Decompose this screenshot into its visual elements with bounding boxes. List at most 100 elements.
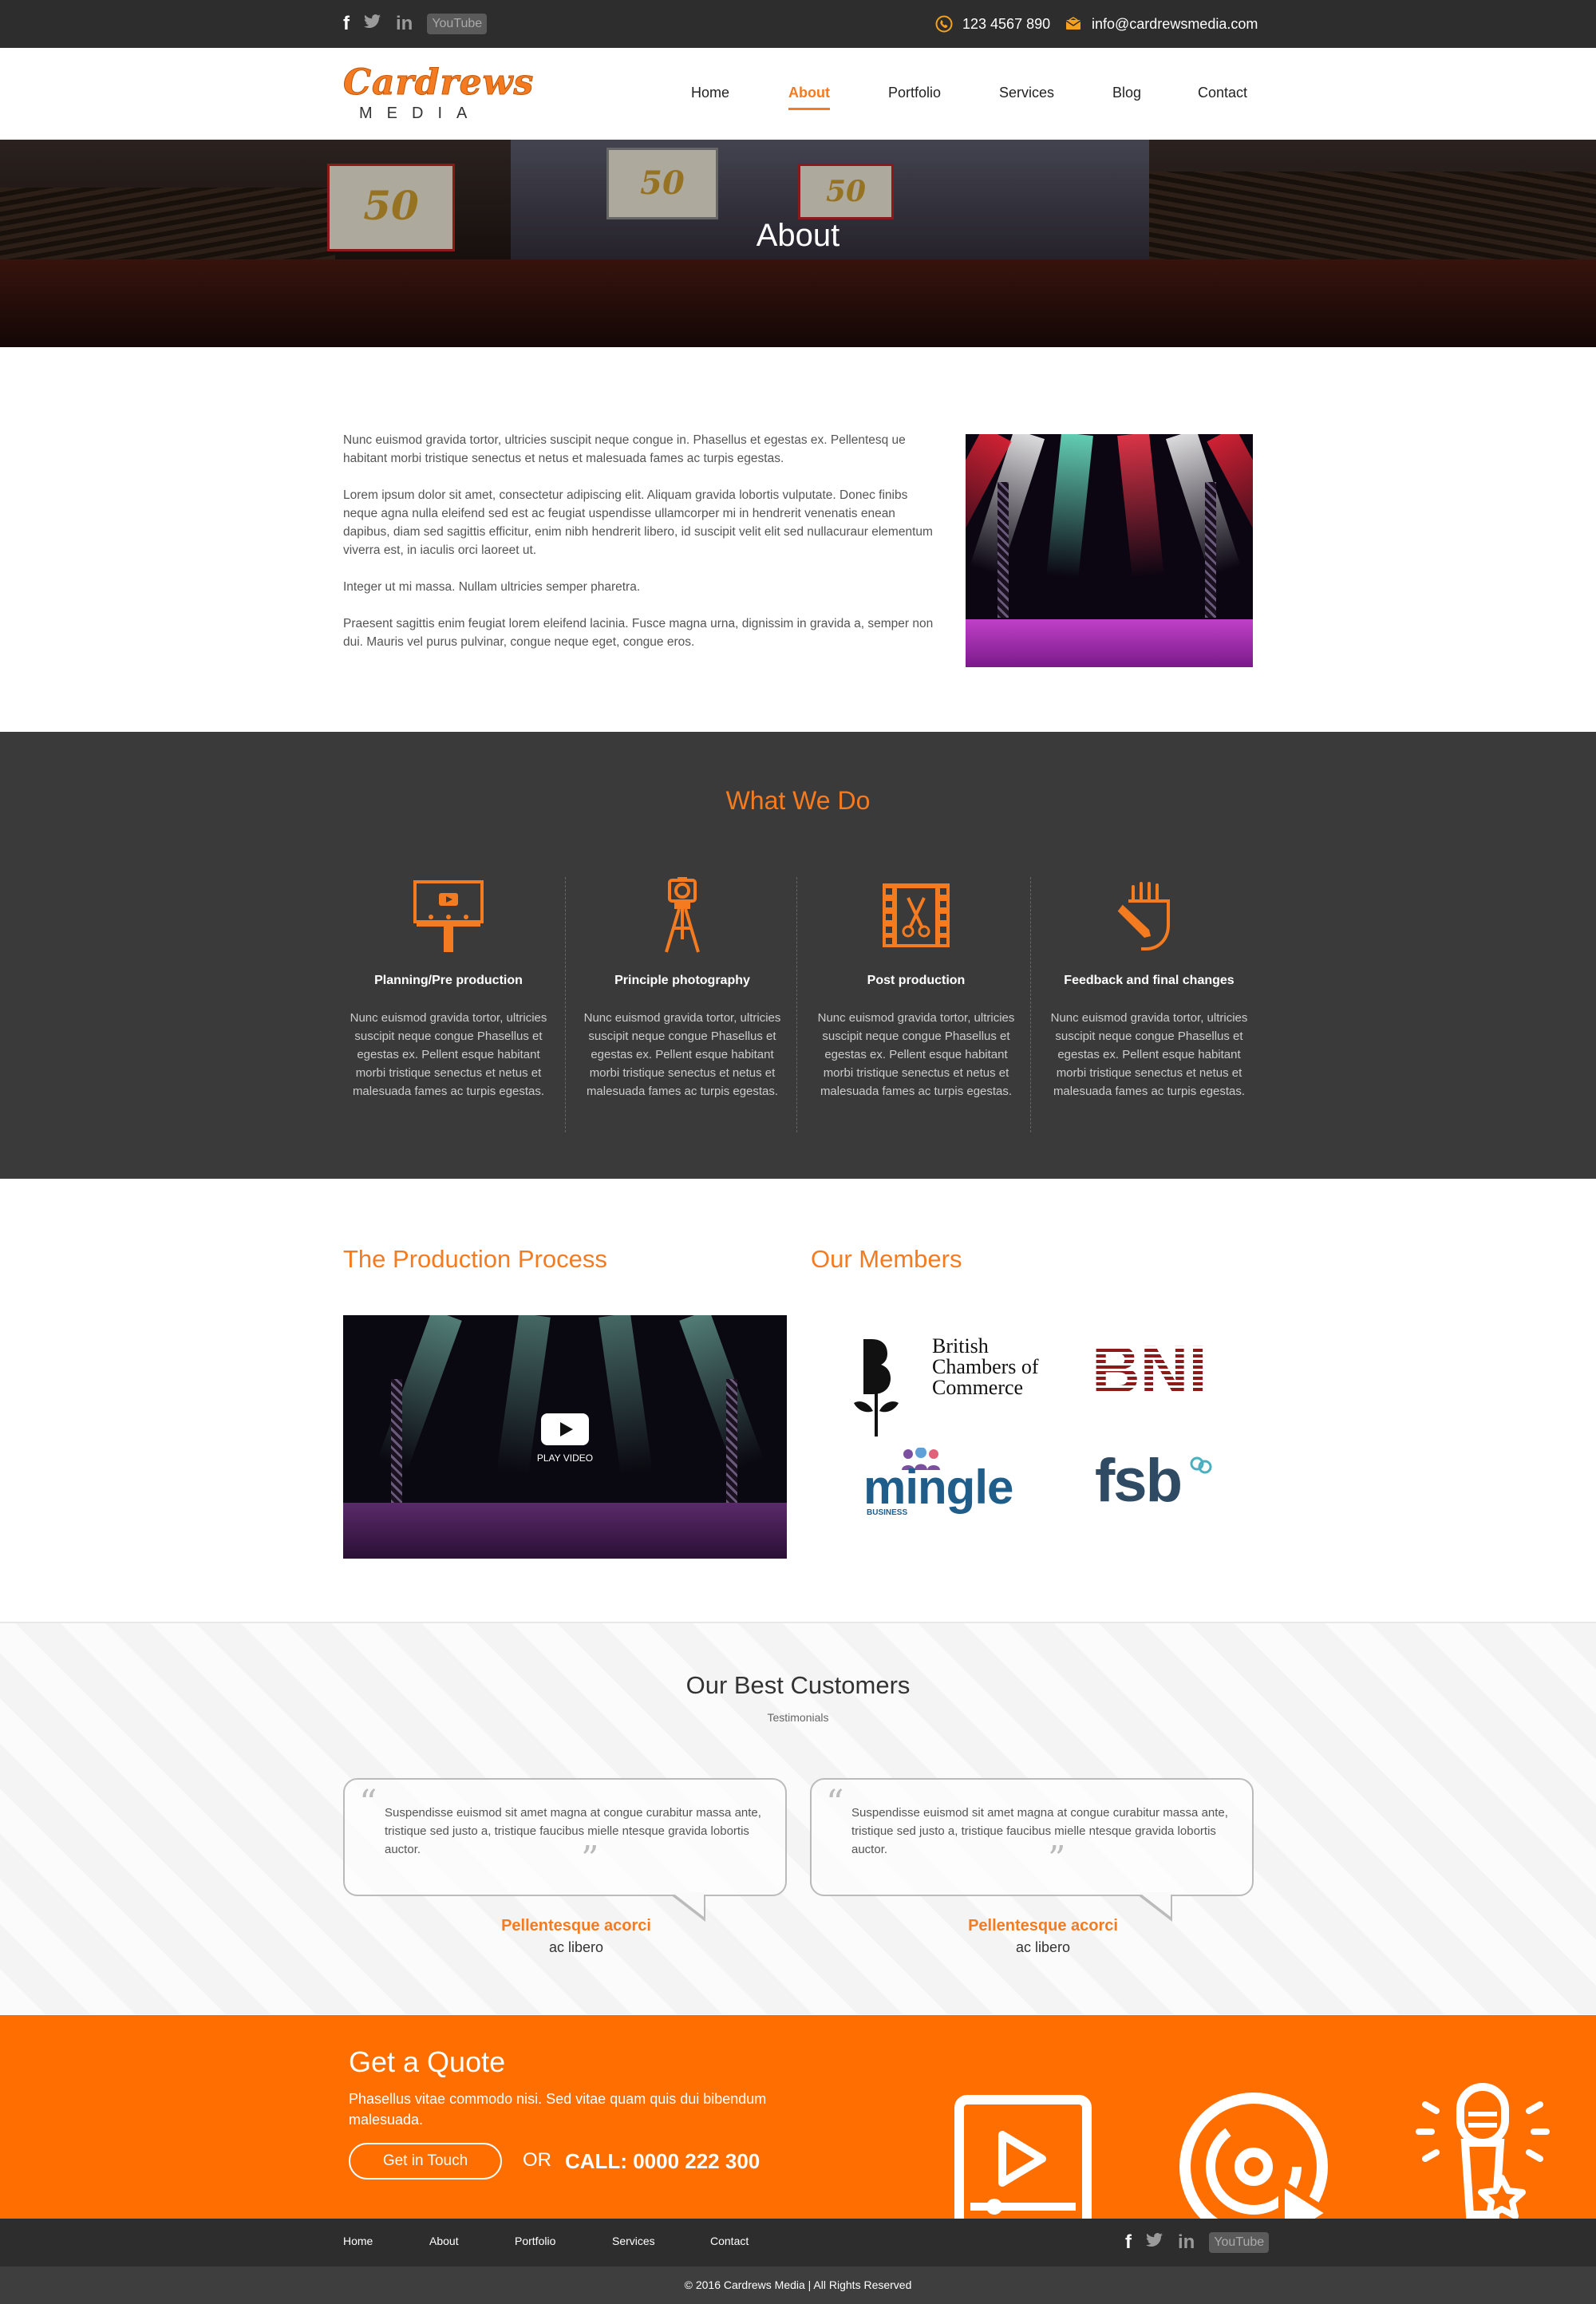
youtube-icon[interactable]: YouTube bbox=[1209, 2232, 1270, 2253]
testimonials-section: Our Best Customers Testimonials “ Suspen… bbox=[0, 1622, 1596, 2014]
youtube-icon[interactable]: YouTube bbox=[427, 14, 488, 34]
camera-tripod-icon bbox=[665, 877, 700, 953]
top-bar: f in YouTube 123 4567 890 info@cardrewsm… bbox=[0, 0, 1596, 48]
nav-about[interactable]: About bbox=[788, 78, 830, 110]
quote-open-icon: “ bbox=[826, 1783, 844, 1824]
service-feedback: Feedback and final changes Nunc euismod … bbox=[1034, 875, 1264, 1131]
testimonial-card: “ Suspendisse euismod sit amet magna at … bbox=[810, 1778, 1254, 1922]
testimonial-role: ac libero bbox=[548, 1939, 604, 1955]
section-title: Our Best Customers bbox=[685, 1671, 911, 1699]
video-player-icon bbox=[954, 2095, 1092, 2219]
hero-banner: 50 50 50 About bbox=[0, 140, 1596, 347]
disc-play-icon bbox=[1179, 2093, 1336, 2219]
service-text: Nunc euismod gravida tortor, ultricies s… bbox=[350, 1011, 547, 1098]
quote-title: Get a Quote bbox=[349, 2045, 506, 2078]
nav-portfolio[interactable]: Portfolio bbox=[888, 78, 941, 107]
mingle-wordmark: mingle bbox=[863, 1460, 1013, 1514]
bni-wordmark: BNI bbox=[1092, 1336, 1219, 1403]
play-icon[interactable] bbox=[541, 1413, 589, 1445]
about-paragraph: Integer ut mi massa. Nullam ultricies se… bbox=[343, 580, 641, 594]
or-label: OR bbox=[523, 2149, 551, 2171]
phone-icon bbox=[935, 15, 953, 33]
testimonial-name: Pellentesque acorci bbox=[968, 1917, 1118, 1934]
mingle-subtitle: BUSINESS bbox=[867, 1508, 908, 1517]
what-we-do-section: What We Do Planning/Pre production Nunc … bbox=[0, 732, 1596, 1179]
service-title: Planning/Pre production bbox=[374, 974, 523, 987]
service-title: Feedback and final changes bbox=[1064, 974, 1235, 987]
fsb-rings-icon bbox=[1190, 1456, 1212, 1474]
call-number[interactable]: CALL: 0000 222 300 bbox=[565, 2149, 760, 2174]
billboard-icon bbox=[413, 880, 484, 952]
envelope-icon bbox=[1065, 17, 1081, 30]
quote-description: Phasellus vitae commodo nisi. Sed vitae … bbox=[349, 2091, 767, 2128]
nav-home[interactable]: Home bbox=[691, 78, 729, 107]
testimonial-role: ac libero bbox=[1015, 1939, 1071, 1955]
mingle-logo[interactable]: mingle BUSINESS bbox=[862, 1448, 1037, 1521]
about-paragraph: Lorem ipsum dolor sit amet, consectetur … bbox=[343, 488, 933, 557]
linkedin-icon[interactable]: in bbox=[1178, 2230, 1195, 2255]
microphone-star-icon bbox=[1416, 2083, 1550, 2219]
copyright-text: © 2016 Cardrews Media | All Rights Reser… bbox=[684, 2278, 912, 2291]
service-title: Post production bbox=[867, 974, 966, 987]
footer-social-links: f in YouTube bbox=[1125, 2230, 1270, 2255]
phone-number: 123 4567 890 bbox=[962, 15, 1051, 32]
quote-close-icon: ” bbox=[581, 1839, 599, 1879]
social-links: f in YouTube bbox=[343, 11, 488, 37]
copyright-bar: © 2016 Cardrews Media | All Rights Reser… bbox=[0, 2266, 1596, 2304]
divider bbox=[565, 877, 566, 1132]
about-text: Nunc euismod gravida tortor, ultricies s… bbox=[343, 431, 937, 670]
footer-nav-bar: Home About Portfolio Services Contact f … bbox=[0, 2219, 1596, 2266]
testimonial-quote: Suspendisse euismod sit amet magna at co… bbox=[385, 1806, 761, 1856]
page-title: About bbox=[756, 218, 840, 253]
fsb-logo[interactable]: fsb bbox=[1095, 1449, 1223, 1513]
bcc-logo[interactable]: British Chambers of Commerce bbox=[852, 1334, 1068, 1438]
testimonial-card: “ Suspendisse euismod sit amet magna at … bbox=[343, 1778, 787, 1922]
bcc-line: Chambers of bbox=[932, 1355, 1039, 1378]
hand-pencil-icon bbox=[1116, 882, 1170, 950]
concert-stage-image bbox=[966, 434, 1253, 667]
quote-section: Get a Quote Phasellus vitae commodo nisi… bbox=[0, 2015, 1596, 2219]
testimonial-name: Pellentesque acorci bbox=[501, 1917, 651, 1934]
bcc-line: Commerce bbox=[932, 1376, 1024, 1399]
video-player[interactable]: PLAY VIDEO bbox=[343, 1315, 787, 1559]
members-title: Our Members bbox=[811, 1245, 962, 1273]
service-post-production: Post production Nunc euismod gravida tor… bbox=[801, 875, 1031, 1131]
divider bbox=[796, 877, 797, 1132]
facebook-icon[interactable]: f bbox=[1125, 2230, 1132, 2255]
footer-nav-about[interactable]: About bbox=[429, 2235, 459, 2247]
site-header: Cardrews MEDIA Home About Portfolio Serv… bbox=[0, 48, 1596, 140]
twitter-icon[interactable] bbox=[1146, 2230, 1163, 2255]
about-paragraph: Nunc euismod gravida tortor, ultricies s… bbox=[343, 433, 906, 465]
nav-contact[interactable]: Contact bbox=[1198, 78, 1247, 107]
get-in-touch-button[interactable]: Get in Touch bbox=[349, 2143, 502, 2180]
play-label: PLAY VIDEO bbox=[536, 1452, 594, 1464]
service-text: Nunc euismod gravida tortor, ultricies s… bbox=[583, 1011, 781, 1098]
footer-nav-contact[interactable]: Contact bbox=[710, 2235, 749, 2247]
about-paragraph: Praesent sagittis enim feugiat lorem ele… bbox=[343, 617, 934, 649]
linkedin-icon[interactable]: in bbox=[396, 11, 413, 37]
phone-contact[interactable]: 123 4567 890 bbox=[935, 13, 1050, 35]
nav-blog[interactable]: Blog bbox=[1112, 78, 1141, 107]
quote-close-icon: ” bbox=[1048, 1839, 1066, 1879]
bcc-line: British bbox=[932, 1334, 989, 1358]
service-title: Principle photography bbox=[614, 974, 750, 987]
nav-services[interactable]: Services bbox=[999, 78, 1054, 107]
testimonial-quote: Suspendisse euismod sit amet magna at co… bbox=[851, 1806, 1228, 1856]
facebook-icon[interactable]: f bbox=[343, 11, 350, 37]
section-subtitle: Testimonials bbox=[767, 1711, 829, 1724]
footer-nav-home[interactable]: Home bbox=[343, 2235, 373, 2247]
film-scissors-icon bbox=[883, 883, 950, 947]
footer-nav-services[interactable]: Services bbox=[612, 2235, 655, 2247]
main-nav: Home About Portfolio Services Blog Conta… bbox=[0, 78, 1596, 110]
service-planning: Planning/Pre production Nunc euismod gra… bbox=[334, 875, 563, 1131]
service-text: Nunc euismod gravida tortor, ultricies s… bbox=[817, 1011, 1015, 1098]
divider bbox=[1030, 877, 1031, 1132]
footer-nav-portfolio[interactable]: Portfolio bbox=[515, 2235, 555, 2247]
bni-logo[interactable]: BNI bbox=[1092, 1336, 1219, 1403]
quote-open-icon: “ bbox=[359, 1783, 377, 1824]
twitter-icon[interactable] bbox=[364, 11, 381, 37]
email-contact[interactable]: info@cardrewsmedia.com bbox=[1065, 13, 1258, 35]
service-photography: Principle photography Nunc euismod gravi… bbox=[567, 875, 797, 1131]
email-address: info@cardrewsmedia.com bbox=[1092, 15, 1258, 32]
service-text: Nunc euismod gravida tortor, ultricies s… bbox=[1050, 1011, 1248, 1098]
